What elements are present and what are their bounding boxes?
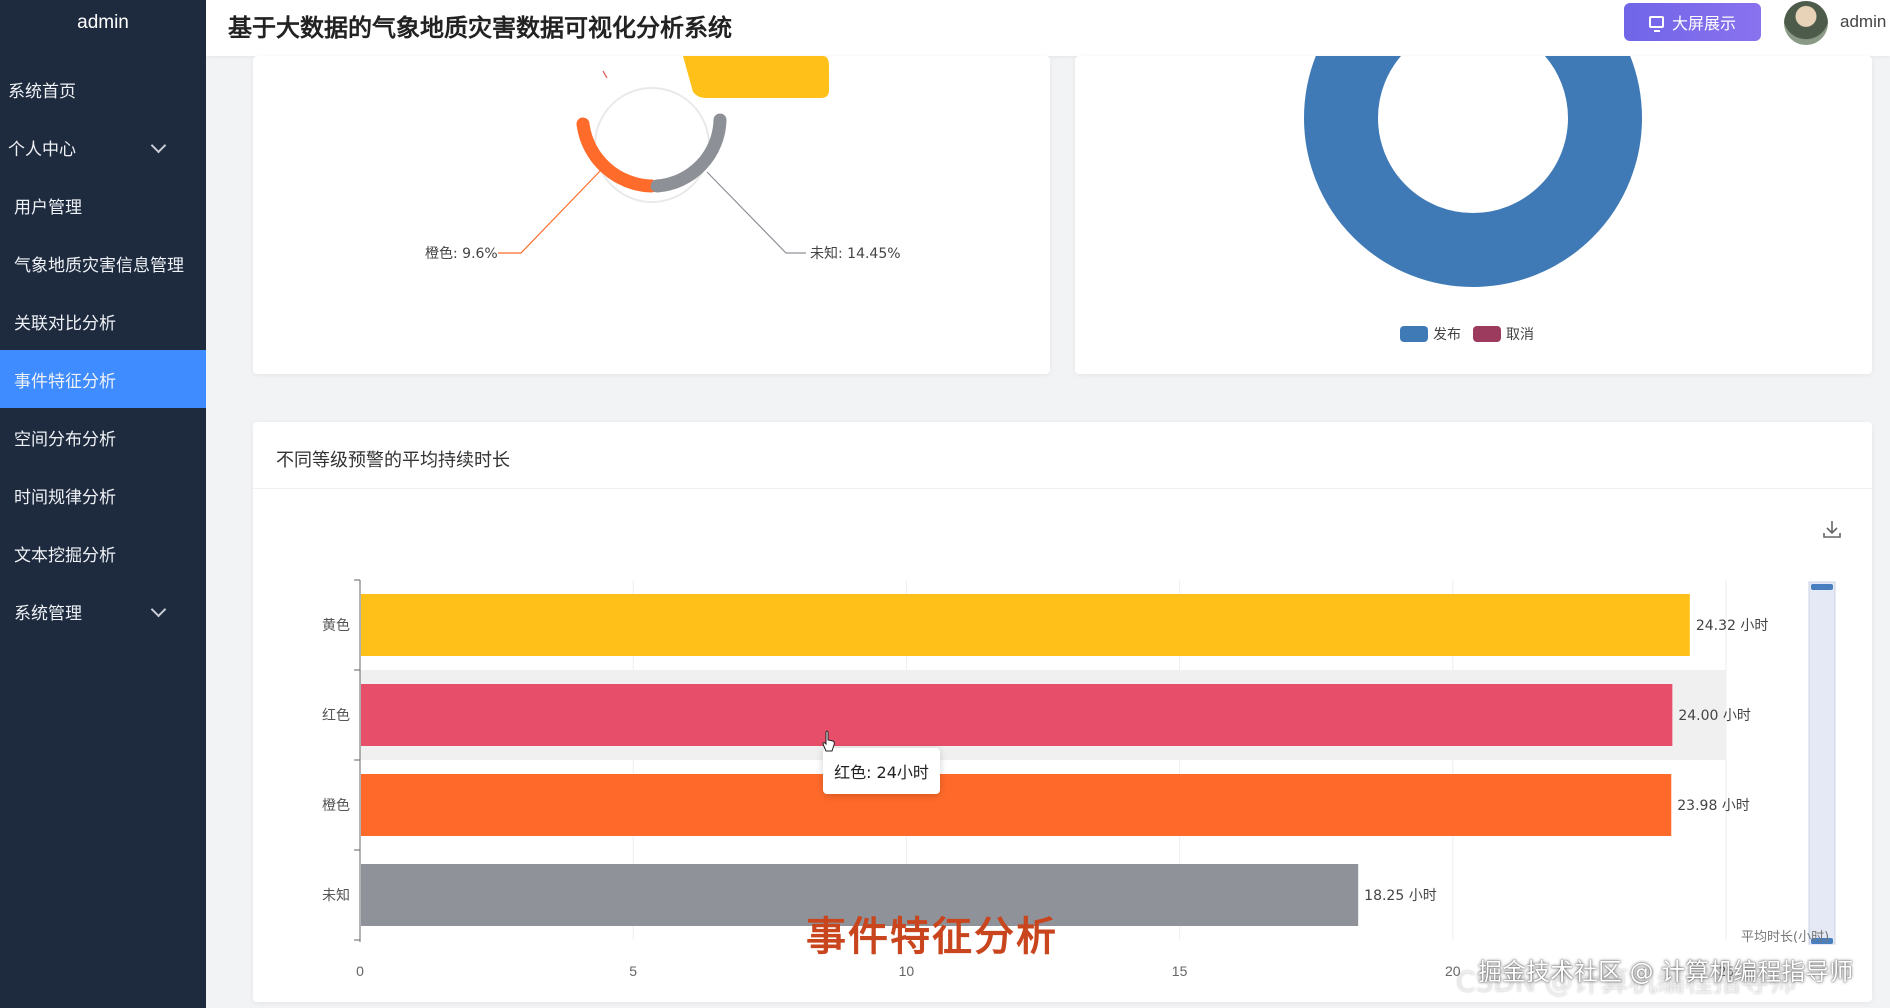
legend-item-cancel[interactable]: 取消 [1473,324,1534,344]
bar[interactable] [361,684,1673,746]
chart-tooltip: 红色: 24小时 [823,748,940,794]
sidebar-item-label: 时间规律分析 [14,487,116,508]
sidebar-item[interactable]: 系统管理 [0,582,206,640]
pie-label-unknown: 未知: 14.45% [810,246,901,262]
pie-slice-orange[interactable] [576,117,658,193]
page-title: 基于大数据的气象地质灾害数据可视化分析系统 [228,14,732,42]
pie-label-orange: 橙色: 9.6% [425,246,498,262]
pie-chart [498,56,829,254]
bar[interactable] [361,594,1690,656]
bar-value-label: 23.98 小时 [1677,798,1750,814]
bar-chart-card: 不同等级预警的平均持续时长 0 5 10 15 20 25 黄色 24.32 小时 红色 24.0… [253,422,1872,1002]
x-tick-label: 5 [629,963,637,979]
bar[interactable] [361,774,1672,836]
hand-cursor-icon [822,730,835,752]
avatar[interactable] [1784,1,1828,45]
bigscreen-button-label: 大屏展示 [1671,14,1736,33]
bar-chart: 0 5 10 15 20 25黄色 24.32 小时红色 24.00 小时橙色 23.98 小时… [322,579,1836,979]
x-tick-label: 10 [899,963,915,979]
sidebar-item[interactable]: 文本挖掘分析 [0,524,206,582]
sidebar-item[interactable]: 时间规律分析 [0,466,206,524]
sidebar-item-label: 个人中心 [8,139,76,160]
zoom-slider-handle-top[interactable] [1811,584,1833,590]
sidebar-item-label: 空间分布分析 [14,429,116,450]
donut-legend: 发布 取消 [1400,324,1534,344]
sidebar-item-label: 文本挖掘分析 [14,545,116,566]
sidebar-item[interactable]: 空间分布分析 [0,408,206,466]
pie-label-line-orange [498,168,603,254]
pie-chart-card: 橙色: 9.6% 未知: 14.45% [253,56,1050,374]
sidebar-item-label: 气象地质灾害信息管理 [14,255,184,276]
overlay-caption: 事件特征分析 [806,914,1058,960]
sidebar-item-label: 系统首页 [8,81,76,102]
legend-label-publish: 发布 [1433,327,1461,343]
y-tick-label: 黄色 [322,617,350,634]
user-name[interactable]: admin [1840,12,1886,32]
sidebar-item[interactable]: 关联对比分析 [0,292,206,350]
sidebar-item-label: 事件特征分析 [14,371,116,392]
x-axis-name: 平均时长(小时) [1741,930,1829,945]
sidebar-item-label: 关联对比分析 [14,313,116,334]
legend-item-publish[interactable]: 发布 [1400,324,1461,344]
watermark: 掘金技术社区 @ 计算机编程指导师 [1478,958,1854,986]
chevron-down-icon [150,601,167,618]
y-tick-label: 未知 [322,887,350,904]
sidebar: admin 系统首页个人中心用户管理气象地质灾害信息管理 关联对比分析 事件特征分析… [0,0,206,1008]
legend-swatch-publish [1400,326,1428,342]
sidebar-item[interactable]: 气象地质灾害信息管理 [0,234,206,292]
zoom-slider-track[interactable] [1808,581,1836,945]
y-tick-label: 红色 [322,707,350,724]
sidebar-item[interactable]: 系统首页 [0,60,206,118]
pie-slice-yellow[interactable] [683,56,829,98]
bar-value-label: 24.32 小时 [1696,618,1769,634]
donut-chart-card: 发布 取消 [1075,56,1872,374]
sidebar-item[interactable]: 个人中心 [0,118,206,176]
bar-value-label: 18.25 小时 [1364,888,1437,904]
sidebar-item-label: 系统管理 [14,603,82,624]
donut-slice-publish[interactable] [1304,56,1642,287]
bigscreen-button[interactable]: 大屏展示 [1624,3,1761,41]
x-tick-label: 0 [356,963,364,979]
pie-label-line-top [602,70,608,79]
legend-swatch-cancel [1473,326,1501,342]
sidebar-item[interactable]: 事件特征分析 [0,350,206,408]
y-tick-label: 橙色 [322,797,350,814]
legend-label-cancel: 取消 [1506,327,1534,343]
top-header: 基于大数据的气象地质灾害数据可视化分析系统 大屏展示 admin [206,0,1890,56]
bar-value-label: 24.00 小时 [1678,708,1751,724]
sidebar-brand: admin [77,12,129,33]
sidebar-item-label: 用户管理 [14,197,82,218]
pie-label-line-gray [706,171,806,254]
chevron-down-icon [150,137,167,154]
sidebar-item[interactable]: 用户管理 [0,176,206,234]
monitor-icon [1648,16,1664,32]
x-tick-label: 15 [1172,963,1188,979]
